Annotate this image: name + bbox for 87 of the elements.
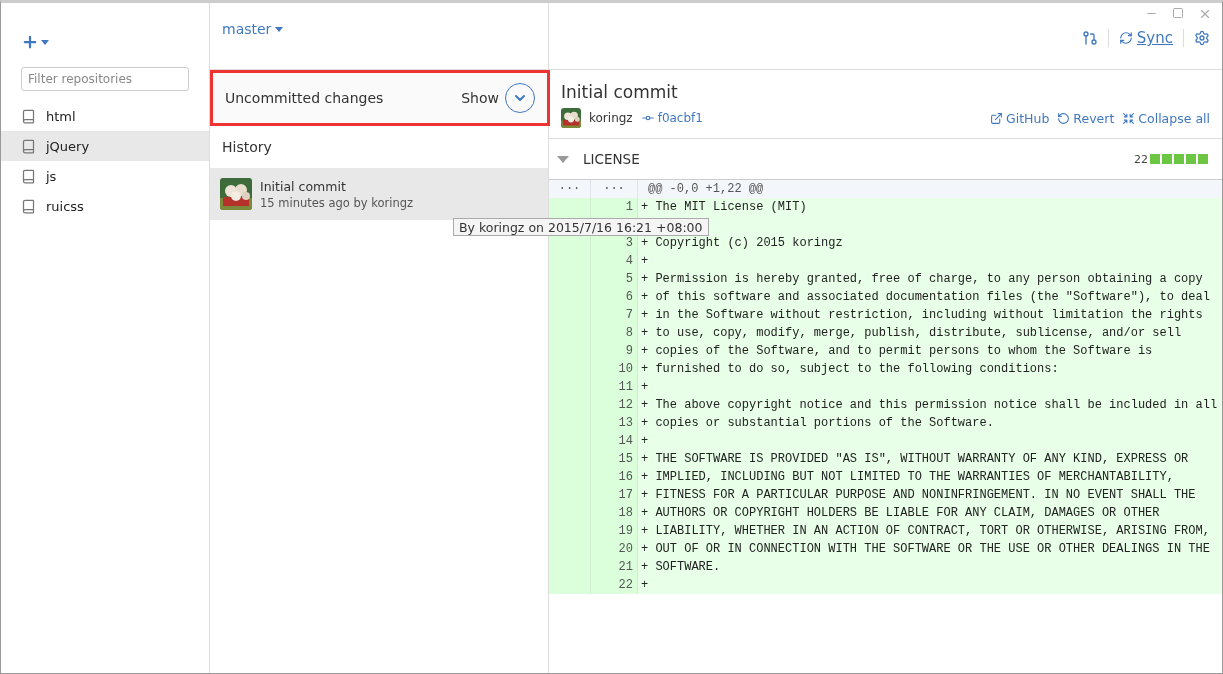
line-number: 1: [591, 198, 638, 216]
commit-heading: Initial commit: [561, 82, 679, 102]
code-line: + copies or substantial portions of the Software.: [640, 416, 994, 430]
tooltip: By koringz on 2015/7/16 16:21 +08:00: [453, 218, 709, 236]
commit-meta: 15 minutes ago by koringz: [260, 195, 414, 210]
code-line: + FITNESS FOR A PARTICULAR PURPOSE AND NONINFRINGEMENT. IN NO EVENT SHALL THE: [640, 488, 1196, 502]
github-button[interactable]: GitHub: [990, 110, 1050, 126]
commit-sha-link[interactable]: f0acbf1: [640, 111, 703, 125]
line-number: 22: [591, 576, 638, 594]
code-line: +: [640, 380, 649, 394]
code-line: +: [640, 578, 649, 592]
book-icon: [21, 198, 36, 214]
uncommitted-changes-title: Uncommitted changes: [225, 90, 385, 106]
line-number: 17: [591, 486, 638, 504]
revert-button[interactable]: Revert: [1057, 110, 1115, 126]
book-icon: [21, 168, 36, 184]
collapse-icon: [1122, 111, 1136, 125]
repository-name: js: [46, 168, 57, 184]
branch-selector[interactable]: master: [222, 21, 284, 37]
line-gutter: [549, 198, 591, 216]
show-button[interactable]: Show: [461, 83, 535, 113]
code-line: + IMPLIED, INCLUDING BUT NOT LIMITED TO THE WARRANTIES OF MERCHANTABILITY,: [640, 470, 1174, 484]
code-line: + to use, copy, modify, merge, publish, distribute, sublicense, and/or sell: [640, 326, 1182, 340]
sync-button[interactable]: Sync: [1118, 29, 1173, 47]
code-line: + of this software and associated documentation files (the "Software"), to deal: [640, 290, 1210, 304]
code-line: + copies of the Software, and to permit persons to whom the Software is: [640, 344, 1153, 358]
code-line: + furnished to do so, subject to the following conditions:: [640, 362, 1059, 376]
maximize-icon[interactable]: [1172, 7, 1184, 19]
line-gutter: [549, 576, 591, 594]
history-title: History: [221, 138, 273, 157]
diffstat-icon: [1150, 154, 1208, 164]
line-number: 16: [591, 468, 638, 486]
line-number: 18: [591, 504, 638, 522]
additions-count: 22: [1134, 152, 1148, 166]
collapse-all-button[interactable]: Collapse all: [1122, 110, 1210, 126]
code-line: +: [640, 254, 649, 268]
code-line: + OUT OF OR IN CONNECTION WITH THE SOFTWARE OR THE USE OR OTHER DEALINGS IN THE: [640, 542, 1210, 556]
caret-icon: [275, 26, 284, 32]
line-number: 14: [591, 432, 638, 450]
line-number: 12: [591, 396, 638, 414]
code-line: + SOFTWARE.: [640, 560, 721, 574]
commit-item[interactable]: Initial commit 15 minutes ago by koringz: [210, 168, 548, 220]
code-line: +: [640, 434, 649, 448]
code-line: + The MIT License (MIT): [640, 200, 807, 214]
caret-icon: [41, 39, 49, 45]
repository-name: ruicss: [46, 198, 84, 214]
line-number: 19: [591, 522, 638, 540]
close-icon[interactable]: [1198, 7, 1212, 21]
line-number: 13: [591, 414, 638, 432]
line-number: 10: [591, 360, 638, 378]
file-name: LICENSE: [583, 151, 641, 167]
repository-name: html: [46, 108, 76, 124]
line-number: 4: [591, 252, 638, 270]
filter-field[interactable]: Filter repositories: [21, 67, 189, 91]
book-icon: [21, 108, 36, 124]
repository-item[interactable]: jQuery: [1, 131, 209, 161]
pull-request-icon[interactable]: [1081, 30, 1098, 46]
code-line: + AUTHORS OR COPYRIGHT HOLDERS BE LIABLE FOR ANY CLAIM, DAMAGES OR OTHER: [640, 506, 1160, 520]
line-number: 5: [591, 270, 638, 288]
repository-item[interactable]: ruicss: [1, 191, 209, 221]
line-number: 15: [591, 450, 638, 468]
line-number: 7: [591, 306, 638, 324]
line-number: 11: [591, 378, 638, 396]
expand-triangle-icon[interactable]: [557, 155, 569, 163]
external-link-icon: [990, 111, 1003, 125]
add-button[interactable]: [21, 33, 49, 51]
book-icon: [21, 138, 36, 154]
sync-icon: [1118, 31, 1133, 45]
hunk-header: @@ -0,0 +1,22 @@: [647, 182, 764, 196]
repository-item[interactable]: html: [1, 101, 209, 131]
revert-icon: [1057, 111, 1071, 125]
line-number: 6: [591, 288, 638, 306]
code-line: + Copyright (c) 2015 koringz: [640, 236, 843, 250]
settings-icon[interactable]: [1194, 30, 1210, 46]
code-line: + Permission is hereby granted, free of charge, to any person obtaining a copy: [640, 272, 1203, 286]
code-line: + THE SOFTWARE IS PROVIDED "AS IS", WITHOUT WARRANTY OF ANY KIND, EXPRESS OR: [640, 452, 1189, 466]
code-line: + in the Software without restriction, including without limitation the rights: [640, 308, 1203, 322]
commit-title: Initial commit: [260, 178, 347, 194]
line-number: 21: [591, 558, 638, 576]
line-number: 9: [591, 342, 638, 360]
author-name: koringz: [589, 111, 633, 125]
code-line: + The above copyright notice and this permission notice shall be included in all: [640, 398, 1218, 412]
line-number: 20: [591, 540, 638, 558]
repository-item[interactable]: js: [1, 161, 209, 191]
repository-name: jQuery: [46, 138, 90, 154]
code-line: + LIABILITY, WHETHER IN AN ACTION OF CONTRACT, TORT OR OTHERWISE, ARISING FROM,: [640, 524, 1210, 538]
line-number: 8: [591, 324, 638, 342]
